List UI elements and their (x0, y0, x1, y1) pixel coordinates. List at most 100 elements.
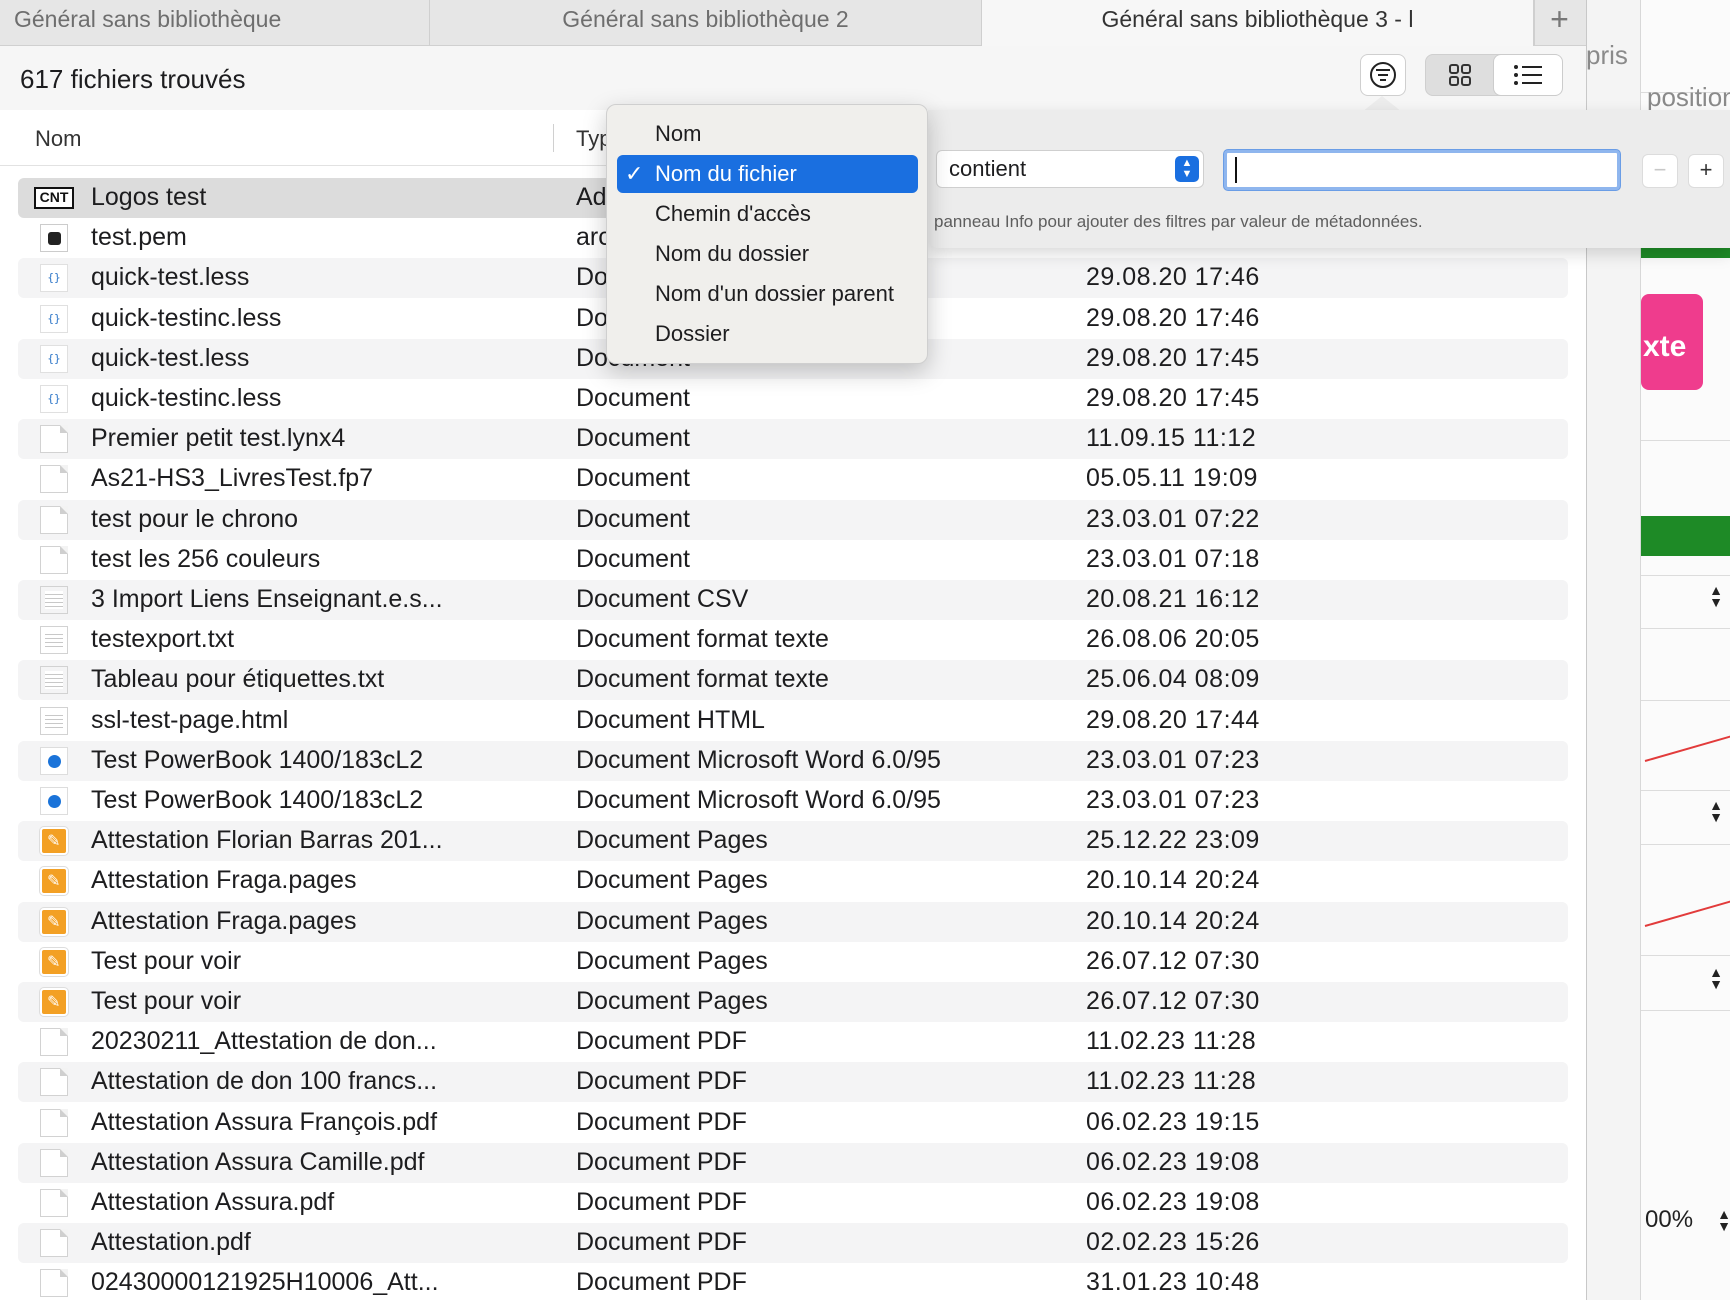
table-row[interactable]: 20230211_Attestation de don... Document P… (18, 1022, 1568, 1062)
menu-item-label: Nom du fichier (655, 161, 797, 186)
file-date: 29.08.20 17:46 (1086, 303, 1260, 332)
tab-general-3[interactable]: Général sans bibliothèque 3 - l (982, 0, 1534, 46)
file-name: quick-test.less (91, 343, 250, 372)
file-date: 20.08.21 16:12 (1086, 585, 1260, 613)
filter-button[interactable] (1360, 54, 1406, 96)
table-row[interactable]: 02430000121925H10006_Att... Document PDF 3… (18, 1263, 1568, 1300)
file-date: 23.03.01 07:23 (1086, 745, 1260, 774)
results-count: 617 fichiers trouvés (20, 64, 246, 94)
file-type: Do (576, 303, 608, 332)
blank-document-icon (40, 1028, 68, 1057)
filter-popover: contient ▲ ▼ − + panneau Info pour ajoute… (928, 110, 1730, 248)
file-name: Premier petit test.lynx4 (91, 424, 346, 453)
column-name-header[interactable]: Nom (35, 126, 81, 152)
background-red-line (1644, 734, 1730, 762)
menu-item[interactable]: Nom (617, 115, 918, 153)
filter-search-input[interactable] (1224, 150, 1620, 190)
filter-icon (1370, 62, 1396, 88)
menu-item[interactable]: Nom d'un dossier parent (617, 275, 918, 313)
background-percent: 00% (1645, 1206, 1694, 1233)
file-name: 20230211_Attestation de don... (91, 1027, 437, 1056)
table-row[interactable]: Attestation Assura Camille.pdf Document P… (18, 1142, 1568, 1183)
table-row[interactable]: Attestation Fraga.pages Document Pages 20.… (18, 901, 1568, 942)
file-date: 06.02.23 19:15 (1086, 1107, 1260, 1136)
file-name: Test PowerBook 1400/183cL2 (91, 745, 424, 774)
file-name: Attestation.pdf (91, 1228, 251, 1257)
file-type: Document (576, 424, 690, 453)
table-row[interactable]: Tableau pour étiquettes.txt Document form… (18, 660, 1568, 701)
file-type: Document PDF (576, 1228, 747, 1257)
operator-select[interactable]: contient ▲ ▼ (936, 150, 1204, 188)
background-stepper-icon: ▲ ▼ (1717, 1206, 1730, 1234)
file-date: 11.09.15 11:12 (1086, 424, 1257, 453)
menu-item[interactable]: Chemin d'accès (617, 195, 918, 233)
table-row[interactable]: Attestation Florian Barras 201... Documen… (18, 821, 1568, 862)
tab-general-2[interactable]: Général sans bibliothèque 2 (430, 0, 982, 46)
table-row[interactable]: testexport.txt Document format texte 26.08… (18, 620, 1568, 660)
table-row[interactable]: Attestation de don 100 francs... Document… (18, 1062, 1568, 1103)
table-row[interactable]: ssl-test-page.html Document HTML 29.08.20 … (18, 701, 1568, 741)
table-row[interactable]: Test pour voir Document Pages 26.07.12 07:… (18, 982, 1568, 1022)
column-divider[interactable] (553, 124, 554, 152)
file-date: 23.03.01 07:18 (1086, 544, 1260, 573)
file-date: 06.02.23 19:08 (1086, 1188, 1260, 1216)
text-cursor (1235, 157, 1237, 183)
file-name: Attestation Assura Camille.pdf (91, 1147, 425, 1176)
file-type: Document Pages (576, 826, 768, 855)
table-row[interactable]: Attestation Assura François.pdf Document … (18, 1103, 1568, 1143)
word-document-icon (40, 787, 68, 815)
tab-label: Général sans bibliothèque (14, 6, 282, 32)
background-pink-button: xte (1641, 294, 1703, 390)
pages-document-icon (40, 988, 68, 1016)
grid-view-button[interactable] (1426, 55, 1494, 95)
list-icon (1514, 65, 1542, 85)
file-date: 02.02.23 15:26 (1086, 1228, 1260, 1257)
pages-document-icon (40, 827, 68, 856)
table-row[interactable]: Test pour voir Document Pages 26.07.12 07:… (18, 942, 1568, 982)
table-row[interactable]: Test PowerBook 1400/183cL2 Document Micro… (18, 781, 1568, 821)
file-name: quick-testinc.less (91, 303, 282, 332)
list-view-button[interactable] (1494, 55, 1562, 95)
tab-general-1[interactable]: Général sans bibliothèque (0, 0, 430, 46)
file-name: 3 Import Liens Enseignant.e.s... (91, 585, 443, 613)
file-date: 26.07.12 07:30 (1086, 946, 1260, 975)
toolbar: 617 fichiers trouvés (0, 46, 1586, 110)
menu-item[interactable]: Dossier (617, 315, 918, 353)
view-mode-control (1425, 54, 1562, 96)
table-row[interactable]: {} quick-testinc.less Document 29.08.20 17:… (18, 379, 1568, 419)
table-row[interactable]: 3 Import Liens Enseignant.e.s... Document… (18, 580, 1568, 620)
file-date: 29.08.20 17:46 (1086, 263, 1260, 292)
file-name: testexport.txt (91, 625, 235, 654)
file-type: Document PDF (576, 1067, 747, 1096)
add-tab-button[interactable]: + (1534, 0, 1584, 46)
filter-hint: panneau Info pour ajouter des filtres pa… (934, 212, 1423, 231)
file-date: 23.03.01 07:23 (1086, 786, 1260, 814)
table-row[interactable]: Attestation Fraga.pages Document Pages 20.… (18, 861, 1568, 901)
file-name: Attestation Florian Barras 201... (91, 826, 443, 855)
menu-item[interactable]: Nom du dossier (617, 235, 918, 273)
checkmark-icon: ✓ (625, 161, 644, 186)
table-row[interactable]: As21-HS3_LivresTest.fp7 Document 05.05.11 … (18, 459, 1568, 499)
file-name: quick-testinc.less (91, 384, 282, 412)
add-filter-button[interactable]: + (1688, 154, 1724, 188)
text-document-icon (40, 706, 68, 735)
menu-item[interactable]: ✓ Nom du fichier (617, 155, 918, 193)
table-row[interactable]: Test PowerBook 1400/183cL2 Document Micro… (18, 740, 1568, 781)
remove-filter-button[interactable]: − (1642, 154, 1678, 188)
table-row[interactable]: Attestation Assura.pdf Document PDF 06.02.… (18, 1183, 1568, 1223)
menu-item-label: Chemin d'accès (655, 201, 811, 226)
file-type: Document HTML (576, 705, 765, 734)
file-name: test les 256 couleurs (91, 544, 321, 573)
select-arrows-icon: ▲ ▼ (1175, 156, 1199, 182)
file-type: Document format texte (576, 665, 829, 694)
tab-bar: Général sans bibliothèque Général sans b… (0, 0, 1586, 46)
table-row[interactable]: test les 256 couleurs Document 23.03.01 07… (18, 540, 1568, 580)
table-row[interactable]: Attestation.pdf Document PDF 02.02.23 15:2… (18, 1223, 1568, 1264)
file-name: test pour le chrono (91, 504, 299, 533)
less-file-icon: {} (40, 264, 68, 293)
file-type: Document Pages (576, 946, 768, 975)
pages-document-icon (40, 947, 68, 976)
attribute-dropdown-menu: Nom ✓ Nom du fichier Chemin d'accès Nom du d… (606, 104, 928, 364)
table-row[interactable]: test pour le chrono Document 23.03.01 07:2… (18, 499, 1568, 540)
table-row[interactable]: Premier petit test.lynx4 Document 11.09.15… (18, 419, 1568, 460)
